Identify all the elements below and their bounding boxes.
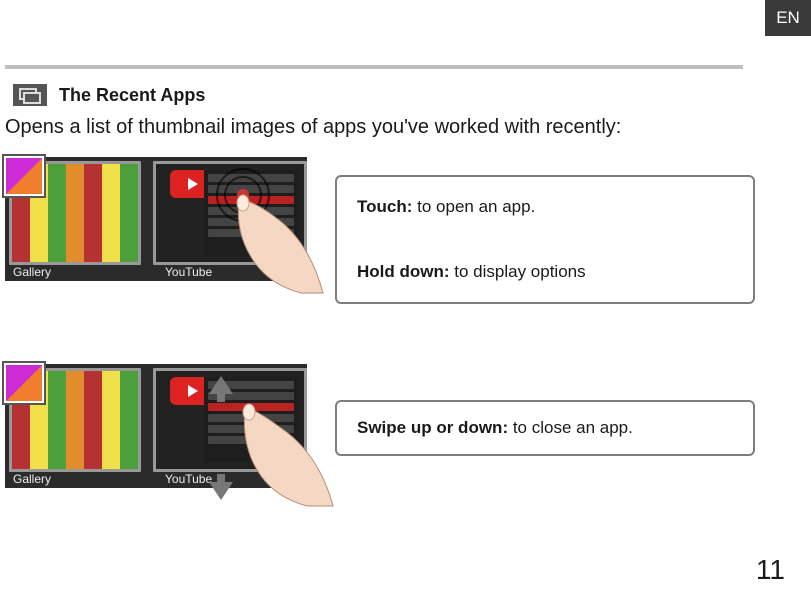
label-hold: Hold down: [357, 262, 450, 281]
section-description: Opens a list of thumbnail images of apps… [5, 116, 795, 139]
thumb-label-gallery: Gallery [13, 472, 51, 486]
callout-touch-hold: Touch: to open an app. Hold down: to dis… [335, 175, 755, 304]
text-swipe: to close an app. [508, 418, 633, 437]
thumb-label-gallery: Gallery [13, 265, 51, 279]
page-number: 11 [756, 554, 785, 586]
section-title: The Recent Apps [59, 85, 205, 106]
language-tab: EN [765, 0, 811, 36]
section-divider [5, 65, 743, 69]
label-swipe: Swipe up or down: [357, 418, 508, 437]
swipe-arrows [197, 374, 245, 502]
callout-swipe: Swipe up or down: to close an app. [335, 400, 755, 456]
thumb-gallery [9, 161, 141, 265]
screenshot-touch: Gallery YouTube [5, 157, 307, 281]
arrow-up-icon [207, 374, 235, 402]
screenshot-swipe: Gallery YouTube [5, 364, 307, 488]
thumb-label-youtube: YouTube [165, 265, 212, 279]
label-touch: Touch: [357, 197, 412, 216]
thumb-gallery [9, 368, 141, 472]
text-touch: to open an app. [412, 197, 535, 216]
arrow-down-icon [207, 474, 235, 502]
thumb-youtube [153, 161, 307, 265]
recent-apps-icon [13, 84, 47, 106]
text-hold: to display options [450, 262, 586, 281]
